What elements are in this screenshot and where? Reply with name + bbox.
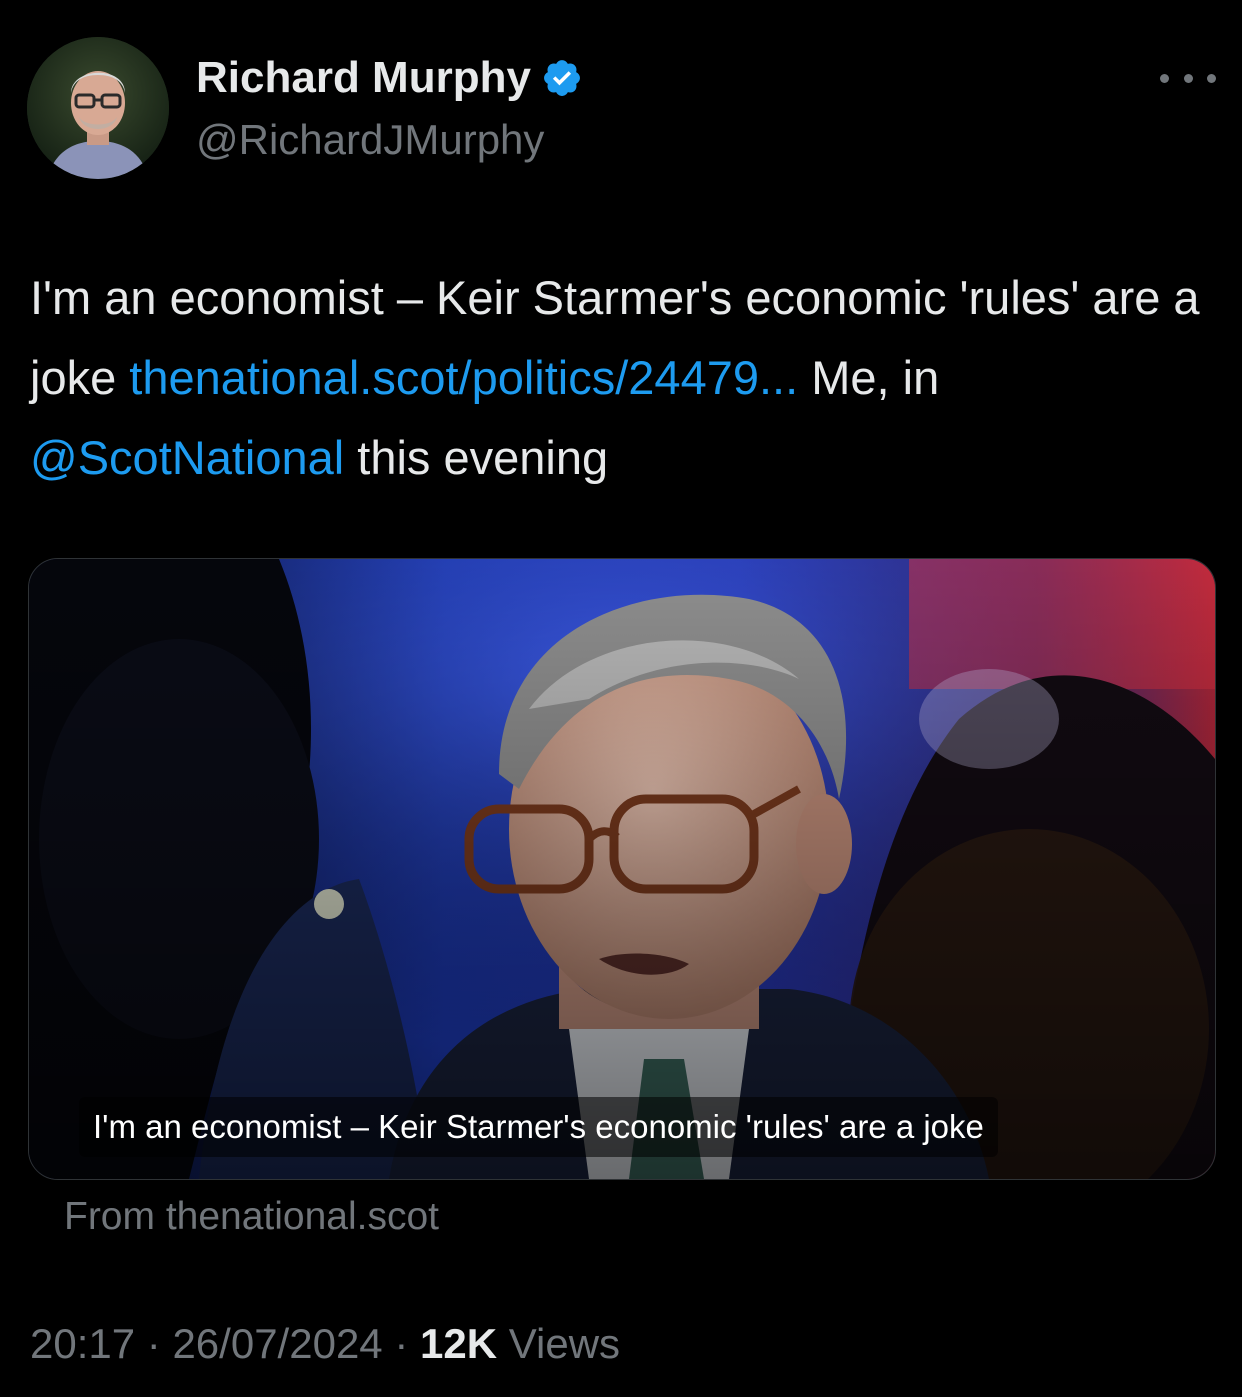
card-source-domain[interactable]: From thenational.scot <box>64 1192 439 1242</box>
author-name-row[interactable]: Richard Murphy <box>196 50 583 106</box>
meta-separator-2: · <box>394 1320 409 1367</box>
article-photo <box>29 559 1215 1179</box>
avatar-image <box>27 37 169 179</box>
mention-link[interactable]: @ScotNational <box>30 431 344 484</box>
views-count: 12K <box>420 1320 498 1367</box>
tweet-meta: 20:17 · 26/07/2024 · 12K Views <box>30 1316 620 1372</box>
tweet-article-link[interactable]: thenational.scot/politics/24479... <box>129 351 798 404</box>
tweet-text-part3: this evening <box>344 431 609 484</box>
meta-separator: · <box>146 1320 161 1367</box>
tweet-date[interactable]: 26/07/2024 <box>172 1320 382 1367</box>
verified-badge-icon <box>541 57 583 99</box>
tweet-text-part2: Me, in <box>798 351 940 404</box>
tweet-text: I'm an economist – Keir Starmer's econom… <box>30 258 1210 498</box>
author-name[interactable]: Richard Murphy <box>196 50 531 106</box>
tweet-time[interactable]: 20:17 <box>30 1320 135 1367</box>
link-preview-card[interactable]: I'm an economist – Keir Starmer's econom… <box>28 558 1216 1180</box>
more-horizontal-icon-dot-3 <box>1207 73 1216 83</box>
card-image-caption: I'm an economist – Keir Starmer's econom… <box>79 1097 998 1157</box>
more-options-button[interactable] <box>1160 60 1216 96</box>
author-avatar[interactable] <box>27 37 169 179</box>
more-horizontal-icon <box>1160 73 1169 83</box>
more-horizontal-icon-dot-2 <box>1183 73 1193 83</box>
author-handle[interactable]: @RichardJMurphy <box>196 114 544 166</box>
views-label: Views <box>508 1320 621 1367</box>
